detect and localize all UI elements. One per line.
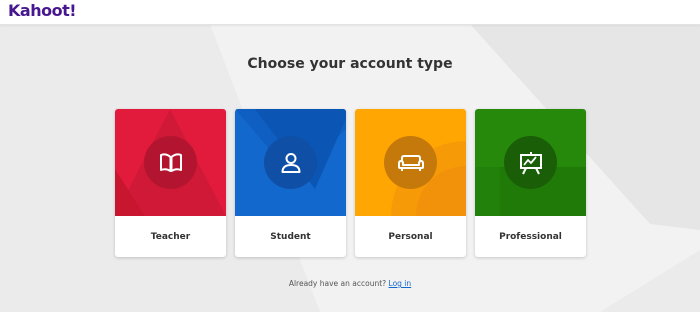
professional-card-header [475,109,586,216]
teacher-card-header [115,109,226,216]
personal-card[interactable]: Personal [355,109,466,257]
book-icon [144,136,197,189]
kahoot-logo[interactable]: Kahoot! [8,0,77,22]
personal-card-label: Personal [388,231,433,242]
login-prompt-text: Already have an account? [288,279,387,288]
background-shapes [0,24,700,312]
student-card-header [235,109,346,216]
page-title: Choose your account type [247,56,453,72]
teacher-card-label: Teacher [150,231,191,242]
presentation-icon [504,136,557,189]
login-prompt: Already have an account? Log in [0,279,700,288]
sofa-icon [384,136,437,189]
user-icon [264,136,317,189]
top-bar: Kahoot! [0,0,700,25]
student-card-label: Student [270,231,311,242]
professional-card[interactable]: Professional [475,109,586,257]
personal-card-header [355,109,466,216]
teacher-card[interactable]: Teacher [115,109,226,257]
student-card[interactable]: Student [235,109,346,257]
professional-card-label: Professional [499,231,562,242]
login-link[interactable]: Log in [389,279,412,288]
